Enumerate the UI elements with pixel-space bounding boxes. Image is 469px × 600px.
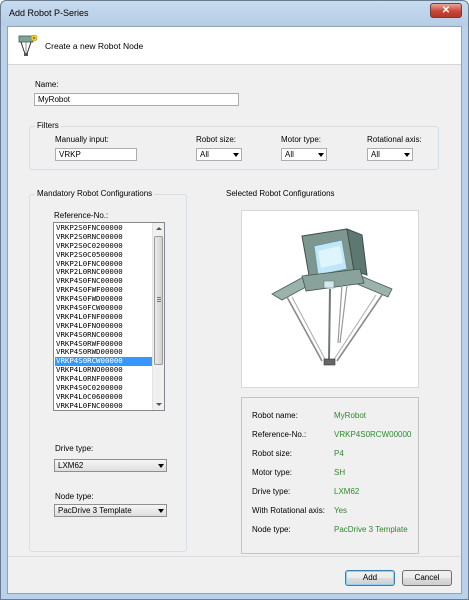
reference-list[interactable]: VRKP2S0FNC00000 VRKP2S0RNC00000 VRKP2S0C02… xyxy=(53,222,165,411)
arrow-down-icon xyxy=(156,403,162,406)
window-title: Add Robot P-Series xyxy=(9,8,89,18)
chevron-down-icon xyxy=(404,153,410,157)
chevron-down-icon xyxy=(158,509,164,513)
reference-no-label: Reference-No.: xyxy=(54,211,109,220)
add-button[interactable]: Add xyxy=(345,570,395,586)
cancel-button[interactable]: Cancel xyxy=(402,570,452,586)
header-text: Create a new Robot Node xyxy=(45,41,144,51)
robot-size-dropdown[interactable]: All xyxy=(196,148,242,161)
motor-type-info-value: SH xyxy=(334,468,346,477)
reference-no-info-label: Reference-No.: xyxy=(252,430,307,439)
robot-preview-image xyxy=(241,210,419,388)
dialog-content: Create a new Robot Node Name: MyRobot Fi… xyxy=(7,26,462,594)
drive-type-info-value: LXM62 xyxy=(334,487,360,496)
dialog-header: Create a new Robot Node xyxy=(8,27,461,65)
node-type-info-value: PacDrive 3 Template xyxy=(334,525,408,534)
selected-config-details: Robot name: MyRobot Reference-No.: VRKP4… xyxy=(241,397,419,554)
robot-size-label: Robot size: xyxy=(196,135,237,144)
grip-line xyxy=(157,297,161,298)
delta-robot-picture xyxy=(271,228,393,366)
chevron-down-icon xyxy=(233,153,239,157)
list-scrollbar[interactable] xyxy=(152,223,164,410)
robot-size-info-value: P4 xyxy=(334,449,344,458)
robot-name-value: MyRobot xyxy=(334,411,367,420)
close-button[interactable]: ✕ xyxy=(430,3,462,18)
rotational-axis-value: All xyxy=(371,150,380,159)
manual-input-label: Manually input: xyxy=(55,135,109,144)
dialog-window: Add Robot P-Series ✕ Create a new Robot … xyxy=(0,0,469,600)
motor-type-label: Motor type: xyxy=(281,135,322,144)
motor-type-value: All xyxy=(285,150,294,159)
chevron-down-icon xyxy=(158,464,164,468)
name-input[interactable]: MyRobot xyxy=(34,93,239,106)
motor-type-info-label: Motor type: xyxy=(252,468,293,477)
node-type-dropdown[interactable]: PacDrive 3 Template xyxy=(54,504,167,517)
drive-type-dropdown[interactable]: LXM62 xyxy=(54,459,167,472)
rotational-axis-dropdown[interactable]: All xyxy=(367,148,413,161)
node-type-info-label: Node type: xyxy=(252,525,291,534)
title-bar[interactable]: Add Robot P-Series ✕ xyxy=(1,1,468,26)
chevron-down-icon xyxy=(318,153,324,157)
footer-divider xyxy=(8,556,461,557)
scroll-up-button[interactable] xyxy=(153,223,164,234)
scroll-down-button[interactable] xyxy=(153,399,164,410)
filters-title: Filters xyxy=(35,121,61,130)
grip-line xyxy=(157,301,161,302)
reference-no-value: VRKP4S0RCW00000 xyxy=(334,430,412,439)
drive-type-label: Drive type: xyxy=(55,444,94,453)
mandatory-config-title: Mandatory Robot Configurations xyxy=(35,189,155,198)
rotational-axis-info-value: Yes xyxy=(334,506,348,515)
robot-size-value: All xyxy=(200,150,209,159)
drive-type-info-label: Drive type: xyxy=(252,487,291,496)
scroll-thumb[interactable] xyxy=(154,236,163,365)
rotational-axis-label: Rotational axis: xyxy=(367,135,422,144)
robot-size-info-label: Robot size: xyxy=(252,449,293,458)
node-type-value: PacDrive 3 Template xyxy=(58,506,132,515)
grip-line xyxy=(157,299,161,300)
arrow-up-icon xyxy=(156,227,162,230)
selected-config-title: Selected Robot Configurations xyxy=(224,189,337,198)
drive-type-value: LXM62 xyxy=(58,461,84,470)
node-type-label: Node type: xyxy=(55,492,94,501)
manual-input-field[interactable]: VRKP xyxy=(55,148,137,161)
name-label: Name: xyxy=(35,80,59,89)
robot-name-label: Robot name: xyxy=(252,411,298,420)
reference-list-items: VRKP2S0FNC00000 VRKP2S0RNC00000 VRKP2S0C02… xyxy=(55,223,152,410)
rotational-axis-info-label: With Rotational axis: xyxy=(252,506,325,515)
robot-node-icon xyxy=(18,34,38,56)
motor-type-dropdown[interactable]: All xyxy=(281,148,327,161)
